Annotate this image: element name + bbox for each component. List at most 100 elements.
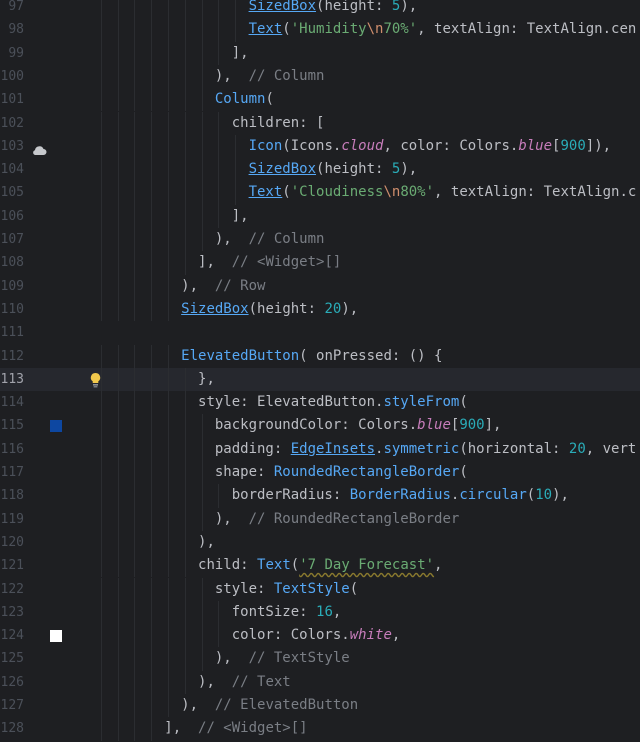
white-swatch[interactable] — [50, 629, 62, 642]
code-token: ( — [248, 300, 258, 317]
code-token: ), — [214, 231, 249, 247]
code-token: cloud — [341, 137, 384, 154]
code-token: ], — [198, 254, 232, 271]
code-token: // Column — [248, 231, 325, 247]
code-token: blue — [518, 137, 553, 154]
line-number: 112 — [0, 348, 24, 364]
code-token: ), — [400, 0, 418, 14]
code-line[interactable]: 107 ), // Column — [0, 228, 640, 252]
code-text: ), // ElevatedButton — [80, 694, 358, 717]
code-line[interactable]: 125 ), // TextStyle — [0, 647, 640, 671]
code-line[interactable]: 103 Icon(Icons.cloud, color: Colors.blue… — [0, 134, 640, 159]
code-token: ), — [400, 161, 418, 178]
code-line[interactable]: 118 borderRadius: BorderRadius.circular(… — [0, 484, 640, 508]
code-token: white — [349, 627, 392, 644]
line-number: 98 — [8, 22, 24, 38]
code-token: 'Cloudiness — [290, 184, 384, 201]
line-number: 122 — [0, 581, 24, 597]
line-number: 97 — [8, 0, 24, 14]
code-token: , — [434, 184, 451, 201]
line-number: 111 — [0, 325, 24, 341]
line-number: 126 — [0, 674, 24, 690]
code-line[interactable]: 122 style: TextStyle( — [0, 577, 640, 601]
code-line[interactable]: 109 ), // Row — [0, 274, 640, 298]
code-token: // ElevatedButton — [214, 697, 359, 713]
code-token: ( — [459, 464, 468, 480]
code-token: TextStyle — [273, 580, 350, 597]
code-text: Icon(Icons.cloud, color: Colors.blue[900… — [80, 135, 612, 158]
code-line[interactable]: 108 ], // <Widget>[] — [0, 251, 640, 275]
code-token: TextAlign.cen — [526, 21, 637, 38]
code-token: ( — [526, 487, 536, 504]
blue-swatch[interactable] — [50, 419, 62, 432]
code-line[interactable]: 110 SizedBox(height: 20), — [0, 297, 640, 322]
code-line[interactable]: 104 SizedBox(height: 5), — [0, 158, 640, 182]
code-text: ), — [80, 531, 215, 554]
code-token: ), — [181, 697, 215, 713]
code-line[interactable]: 101 Column( — [0, 88, 640, 112]
code-text: ), // Column — [80, 65, 325, 88]
code-token: , — [332, 603, 342, 620]
line-number: 105 — [0, 185, 24, 201]
code-line[interactable]: 123 fontSize: 16, — [0, 600, 640, 625]
code-token: shape: — [214, 464, 274, 480]
code-token: fontSize: — [231, 603, 317, 620]
code-line[interactable]: 121 child: Text('7 Day Forecast', — [0, 554, 640, 578]
code-line[interactable]: 102 children: [ — [0, 111, 640, 135]
code-line[interactable]: 116 padding: EdgeInsets.symmetric(horizo… — [0, 437, 640, 461]
code-text: shape: RoundedRectangleBorder( — [80, 461, 468, 484]
code-text: backgroundColor: Colors.blue[900], — [80, 414, 502, 437]
code-token: blue — [417, 417, 451, 434]
code-token: ), — [198, 533, 215, 550]
code-token: 16 — [316, 603, 333, 620]
code-text: Column( — [80, 88, 274, 111]
code-line[interactable]: 105 Text('Cloudiness\n80%', textAlign: T… — [0, 181, 640, 205]
code-editor[interactable]: 97 SizedBox(height: 5), 98 Text('Humidity… — [0, 0, 640, 742]
code-token: EdgeInsets — [290, 440, 376, 457]
code-line[interactable]: 100 ), // Column — [0, 64, 640, 89]
code-line[interactable]: 112 ElevatedButton( onPressed: () { — [0, 344, 640, 368]
code-line[interactable]: 113 }, — [0, 367, 640, 392]
code-token: \n — [383, 184, 401, 201]
code-token: style: ElevatedButton. — [198, 394, 384, 411]
code-line[interactable]: 97 SizedBox(height: 5), — [0, 0, 640, 19]
code-token: BorderRadius — [349, 487, 451, 504]
code-line[interactable]: 124 color: Colors.white, — [0, 624, 640, 648]
code-line[interactable]: 128 ], // <Widget>[] — [0, 717, 640, 741]
code-token: // Row — [214, 277, 266, 294]
code-line[interactable]: 119 ), // RoundedRectangleBorder — [0, 507, 640, 531]
code-token: padding: — [214, 440, 291, 457]
code-line[interactable]: 126 ), // Text — [0, 670, 640, 694]
code-token: Icon — [248, 137, 283, 154]
code-text: ), // Column — [80, 228, 325, 251]
code-token: child: — [198, 557, 258, 574]
code-token: backgroundColor: Colors. — [214, 417, 418, 434]
code-token: 70%' — [383, 21, 418, 38]
code-token: 20 — [568, 440, 586, 457]
code-text: ), // Text — [80, 671, 291, 694]
code-line[interactable]: 106 ], — [0, 204, 640, 228]
code-line[interactable]: 117 shape: RoundedRectangleBorder( — [0, 461, 640, 485]
code-text: ), // RoundedRectangleBorder — [80, 508, 459, 531]
code-line[interactable]: 114 style: ElevatedButton.styleFrom( — [0, 391, 640, 415]
code-line[interactable]: 111 — [0, 321, 640, 344]
code-line[interactable]: 99 ], — [0, 41, 640, 65]
line-number: 118 — [0, 488, 24, 504]
code-text: color: Colors.white, — [80, 624, 401, 647]
code-line[interactable]: 115 backgroundColor: Colors.blue[900], — [0, 414, 640, 438]
code-text: Text('Cloudiness\n80%', textAlign: TextA… — [80, 181, 637, 204]
code-token: height: — [257, 300, 325, 317]
line-number: 124 — [0, 628, 24, 644]
code-text: children: [ — [80, 112, 325, 135]
code-line[interactable]: 98 Text('Humidity\n70%', textAlign: Text… — [0, 18, 640, 42]
code-token: ), — [181, 277, 215, 294]
code-token: ), — [198, 673, 232, 690]
code-text: ], // <Widget>[] — [80, 251, 341, 274]
cloud-icon — [31, 141, 47, 155]
code-token: height: — [324, 0, 392, 14]
code-token: 900 — [459, 417, 485, 434]
code-line[interactable]: 127 ), // ElevatedButton — [0, 694, 640, 718]
code-token: ], — [231, 207, 249, 224]
code-token: ], — [231, 44, 249, 61]
code-line[interactable]: 120 ), — [0, 530, 640, 555]
